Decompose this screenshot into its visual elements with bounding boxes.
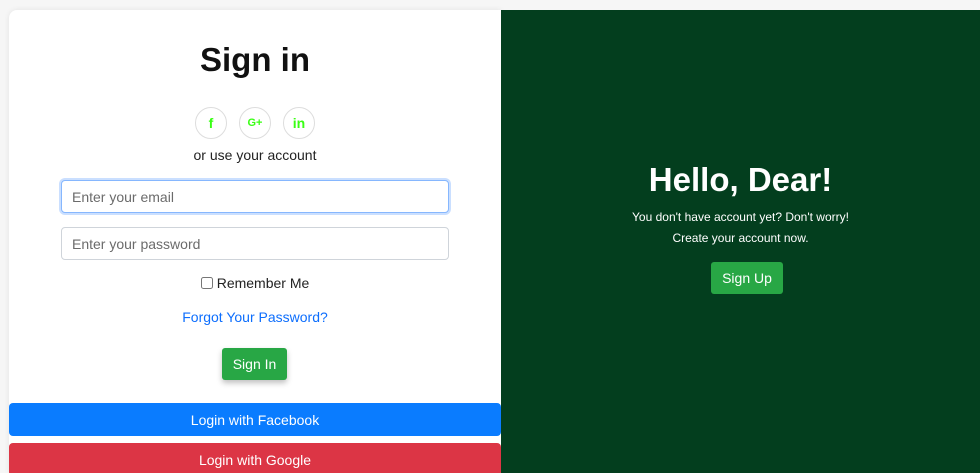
sign-in-panel: Sign in f G+ in or use your account Reme… [9, 10, 501, 473]
remember-me: Remember Me [9, 275, 501, 291]
sign-in-button[interactable]: Sign In [222, 348, 287, 380]
sign-in-title: Sign in [200, 41, 310, 78]
login-google-button[interactable]: Login with Google [9, 443, 501, 473]
linkedin-glyph: in [292, 115, 306, 131]
sign-up-text-line2: Create your account now. [672, 231, 809, 245]
password-input[interactable] [61, 227, 449, 260]
facebook-icon[interactable]: f [195, 107, 227, 139]
forgot-password-link[interactable]: Forgot Your Password? [9, 309, 501, 325]
sign-up-title: Hello, Dear! [648, 161, 833, 198]
sign-up-panel: Hello, Dear! You don't have account yet?… [501, 10, 980, 473]
login-facebook-button[interactable]: Login with Facebook [9, 403, 501, 436]
email-input[interactable] [61, 180, 449, 213]
google-plus-icon[interactable]: G+ [239, 107, 271, 139]
remember-me-label: Remember Me [216, 275, 310, 291]
alt-login-text: or use your account [193, 147, 317, 163]
remember-me-checkbox[interactable] [200, 277, 213, 289]
social-login-row: f G+ in [9, 107, 501, 139]
google-plus-glyph: G+ [247, 117, 263, 129]
linkedin-icon[interactable]: in [283, 107, 315, 139]
facebook-glyph: f [208, 115, 214, 131]
sign-up-button[interactable]: Sign Up [711, 262, 783, 294]
sign-up-text-line1: You don't have account yet? Don't worry! [632, 210, 849, 224]
page: Sign in f G+ in or use your account Reme… [0, 0, 980, 473]
